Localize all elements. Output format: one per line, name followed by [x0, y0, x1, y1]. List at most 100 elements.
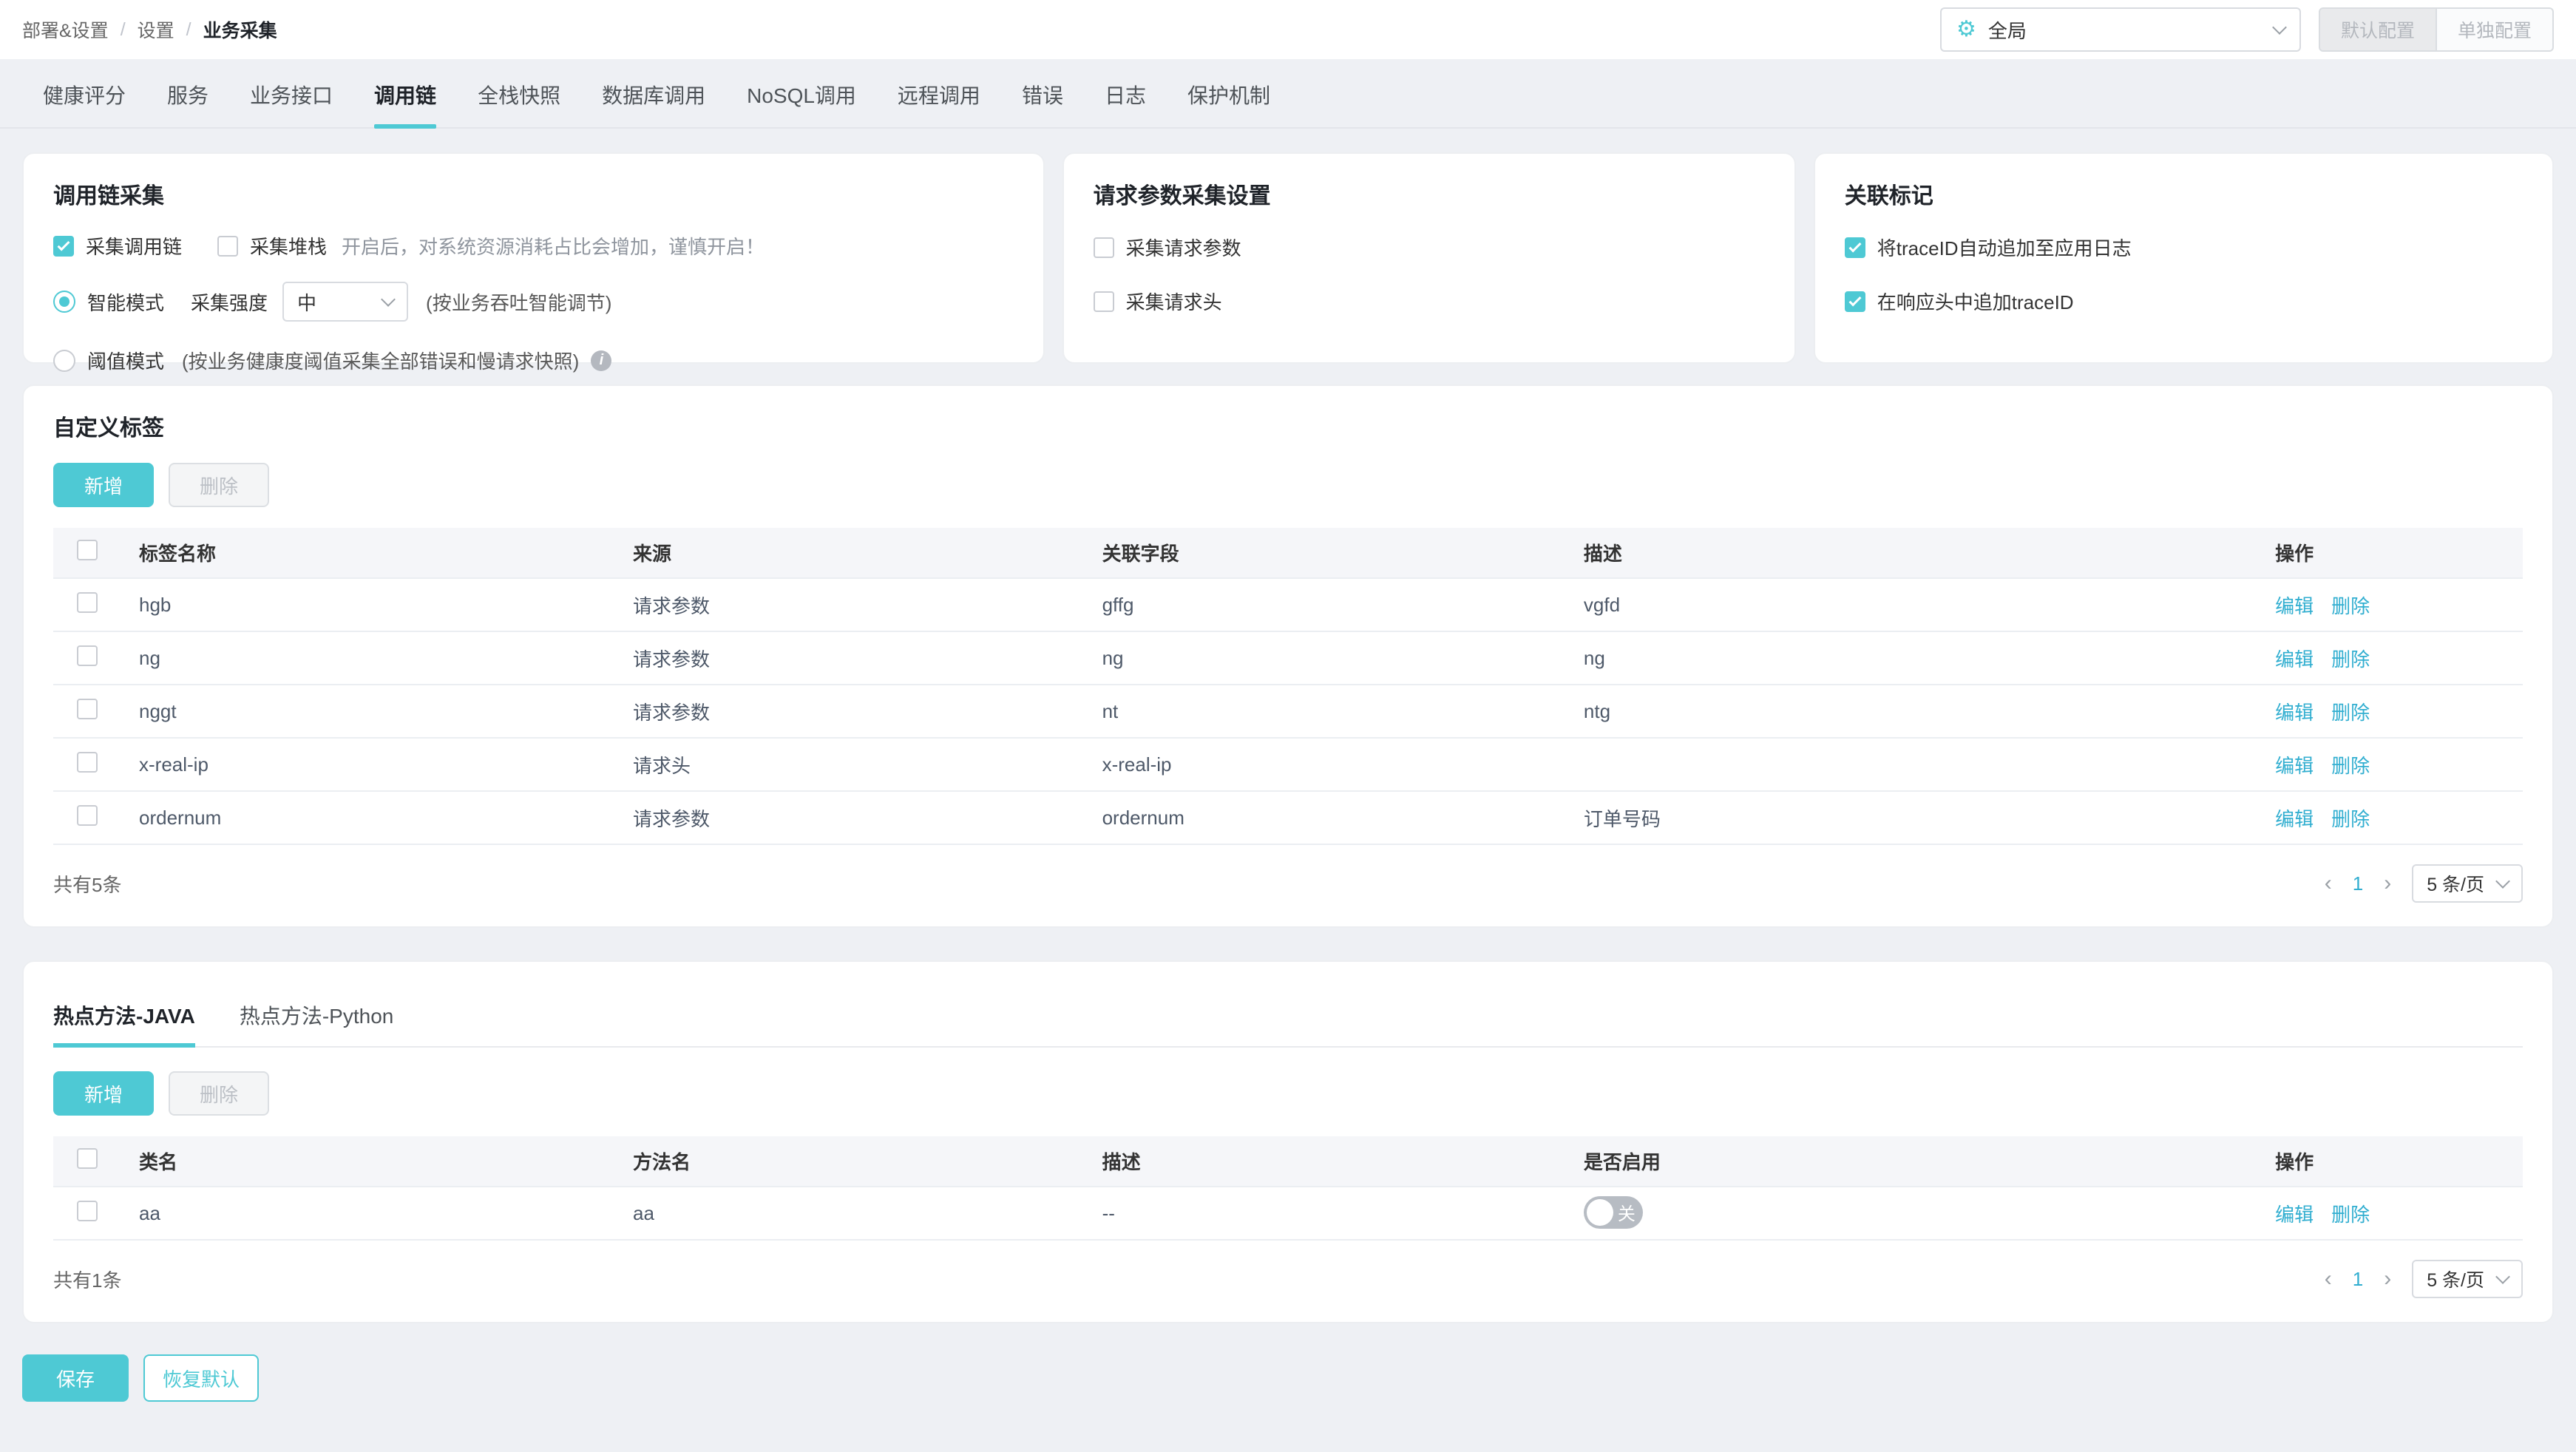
- add-tag-button[interactable]: 新增: [53, 463, 155, 507]
- collect-trace-checkbox[interactable]: [53, 235, 74, 257]
- config-button-group: 默认配置 单独配置: [2318, 7, 2554, 52]
- edit-link[interactable]: 编辑: [2275, 648, 2314, 671]
- col-header-enabled: 是否启用: [1556, 1136, 2249, 1187]
- edit-link[interactable]: 编辑: [2275, 1204, 2314, 1226]
- info-icon[interactable]: i: [591, 350, 612, 371]
- delete-tag-button[interactable]: 删除: [169, 463, 270, 507]
- select-all-checkbox[interactable]: [77, 1148, 98, 1169]
- tab-protection[interactable]: 保护机制: [1167, 59, 1291, 127]
- prev-page-icon[interactable]: ‹: [2325, 1268, 2332, 1290]
- restore-default-button[interactable]: 恢复默认: [143, 1354, 260, 1402]
- tab-error[interactable]: 错误: [1001, 59, 1084, 127]
- intensity-select[interactable]: 中: [282, 282, 409, 322]
- tab-hot-methods-java[interactable]: 热点方法-JAVA: [53, 988, 195, 1048]
- breadcrumb: 部署&设置 / 设置 / 业务采集: [22, 16, 277, 43]
- col-header-action: 操作: [2248, 528, 2523, 578]
- collect-request-params-label: 采集请求参数: [1125, 237, 1241, 259]
- scope-select[interactable]: ⚙ 全局: [1939, 7, 2301, 52]
- delete-link[interactable]: 删除: [2331, 648, 2370, 671]
- chevron-down-icon: [2495, 874, 2510, 889]
- table-row: hgb 请求参数 gffg vgfd 编辑 删除: [53, 577, 2523, 632]
- page-size-value: 5 条/页: [2427, 1270, 2484, 1291]
- col-header-name: 标签名称: [112, 528, 606, 578]
- edit-link[interactable]: 编辑: [2275, 702, 2314, 724]
- cell-field: gffg: [1075, 577, 1557, 632]
- cell-source: 请求参数: [606, 685, 1076, 739]
- next-page-icon[interactable]: ›: [2384, 1268, 2391, 1290]
- chevron-down-icon: [381, 292, 396, 307]
- tab-service[interactable]: 服务: [146, 59, 229, 127]
- breadcrumb-item-current: 业务采集: [203, 21, 277, 41]
- threshold-mode-radio[interactable]: [53, 349, 75, 372]
- table-header-row: 类名 方法名 描述 是否启用 操作: [53, 1136, 2523, 1187]
- page-actions: 保存 恢复默认: [0, 1341, 2576, 1417]
- cell-field: ng: [1075, 631, 1557, 685]
- row-checkbox[interactable]: [77, 698, 98, 719]
- col-header-desc: 描述: [1075, 1136, 1557, 1187]
- delete-link[interactable]: 删除: [2331, 808, 2370, 830]
- hot-methods-table: 类名 方法名 描述 是否启用 操作 aa aa -- 关 编辑 删除: [53, 1136, 2523, 1241]
- tab-business-api[interactable]: 业务接口: [229, 59, 353, 127]
- separate-config-button[interactable]: 单独配置: [2436, 7, 2554, 52]
- delete-method-button[interactable]: 删除: [169, 1071, 270, 1116]
- tab-hot-methods-python[interactable]: 热点方法-Python: [240, 988, 394, 1046]
- check-icon: [1848, 240, 1862, 252]
- save-button[interactable]: 保存: [22, 1354, 129, 1402]
- col-header-method: 方法名: [606, 1136, 1076, 1187]
- edit-link[interactable]: 编辑: [2275, 808, 2314, 830]
- threshold-mode-hint: (按业务健康度阈值采集全部错误和慢请求快照): [182, 350, 580, 373]
- delete-link[interactable]: 删除: [2331, 1204, 2370, 1226]
- toggle-state-label: 关: [1617, 1204, 1636, 1224]
- delete-link[interactable]: 删除: [2331, 755, 2370, 777]
- traceid-to-response-checkbox[interactable]: [1844, 291, 1865, 312]
- collect-request-headers-label: 采集请求头: [1125, 291, 1222, 313]
- tab-remote-call[interactable]: 远程调用: [877, 59, 1001, 127]
- collect-stack-checkbox[interactable]: [217, 235, 239, 257]
- default-config-button[interactable]: 默认配置: [2318, 7, 2437, 52]
- breadcrumb-item-deploy[interactable]: 部署&设置: [22, 16, 109, 43]
- enable-toggle[interactable]: 关: [1583, 1195, 1643, 1229]
- table-row: ordernum 请求参数 ordernum 订单号码 编辑 删除: [53, 791, 2523, 845]
- smart-mode-radio[interactable]: [53, 291, 75, 313]
- card-title: 关联标记: [1844, 184, 1933, 208]
- tab-trace[interactable]: 调用链: [353, 59, 457, 129]
- next-page-icon[interactable]: ›: [2384, 872, 2391, 895]
- chevron-down-icon: [2495, 1269, 2510, 1284]
- traceid-to-response-label: 在响应头中追加traceID: [1877, 291, 2074, 313]
- collect-request-headers-checkbox[interactable]: [1093, 291, 1114, 312]
- chevron-down-icon: [2272, 20, 2287, 35]
- select-all-checkbox[interactable]: [77, 540, 98, 560]
- cell-field: ordernum: [1075, 791, 1557, 845]
- tab-nosql-call[interactable]: NoSQL调用: [726, 59, 877, 127]
- cell-method: aa: [606, 1186, 1076, 1241]
- delete-link[interactable]: 删除: [2331, 702, 2370, 724]
- row-checkbox[interactable]: [77, 591, 98, 613]
- row-checkbox[interactable]: [77, 1200, 98, 1221]
- add-method-button[interactable]: 新增: [53, 1071, 155, 1116]
- cell-name: ordernum: [112, 791, 606, 845]
- tab-database-call[interactable]: 数据库调用: [581, 59, 726, 127]
- traceid-to-log-checkbox[interactable]: [1844, 237, 1865, 258]
- page-size-select[interactable]: 5 条/页: [2412, 1260, 2523, 1298]
- delete-link[interactable]: 删除: [2331, 595, 2370, 617]
- breadcrumb-item-settings[interactable]: 设置: [138, 16, 174, 43]
- edit-link[interactable]: 编辑: [2275, 595, 2314, 617]
- page-number[interactable]: 1: [2353, 1268, 2363, 1291]
- col-header-source: 来源: [606, 528, 1076, 578]
- page-size-select[interactable]: 5 条/页: [2412, 864, 2523, 903]
- top-bar: 部署&设置 / 设置 / 业务采集 ⚙ 全局 默认配置 单独配置: [0, 0, 2576, 59]
- row-checkbox[interactable]: [77, 645, 98, 666]
- prev-page-icon[interactable]: ‹: [2325, 872, 2332, 895]
- collect-request-params-checkbox[interactable]: [1093, 237, 1114, 258]
- collect-trace-label: 采集调用链: [86, 236, 183, 258]
- tab-health-score[interactable]: 健康评分: [22, 59, 146, 127]
- cell-name: nggt: [112, 685, 606, 739]
- row-checkbox[interactable]: [77, 804, 98, 826]
- tab-fullstack-snapshot[interactable]: 全栈快照: [457, 59, 581, 127]
- pagination: ‹ 1 › 5 条/页: [2325, 864, 2523, 903]
- main-tabbar: 健康评分 服务 业务接口 调用链 全栈快照 数据库调用 NoSQL调用 远程调用…: [0, 59, 2576, 129]
- edit-link[interactable]: 编辑: [2275, 755, 2314, 777]
- row-checkbox[interactable]: [77, 751, 98, 773]
- tab-log[interactable]: 日志: [1084, 59, 1167, 127]
- page-number[interactable]: 1: [2353, 872, 2363, 895]
